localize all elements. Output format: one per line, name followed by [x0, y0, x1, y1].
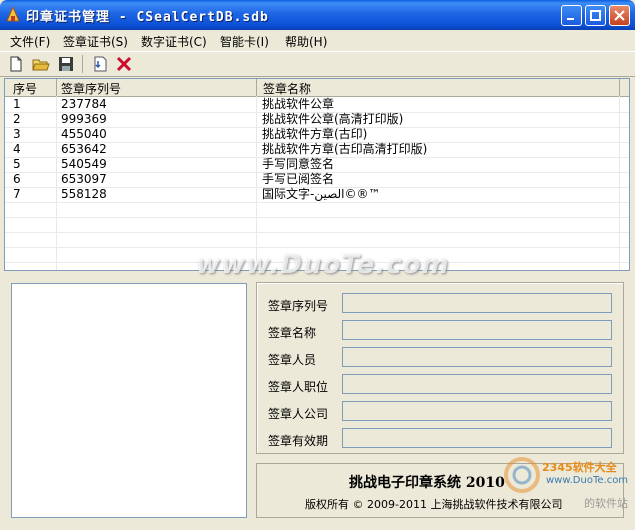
label-company: 签章人公司 — [268, 407, 329, 421]
maximize-icon — [590, 10, 601, 21]
header-serial[interactable]: 签章序列号 — [61, 80, 121, 97]
header-name[interactable]: 签章名称 — [263, 80, 311, 97]
row-index: 4 — [13, 142, 21, 156]
site-watermark-c: 的软件站 — [584, 497, 628, 510]
site-watermark-a: 2345软件大全 — [542, 461, 617, 474]
row-index: 1 — [13, 97, 21, 111]
row-name: 挑战软件公章 — [262, 97, 335, 111]
site-watermark: 2345软件大全 www.DuoTe.com 的软件站 — [500, 455, 630, 525]
table-row[interactable]: 6 653097 手写已阅签名 — [5, 172, 629, 188]
menu-file[interactable]: 文件(F) — [10, 33, 50, 50]
row-name: 挑战软件方章(古印高清打印版) — [262, 142, 428, 156]
table-row[interactable]: 4 653642 挑战软件方章(古印高清打印版) — [5, 142, 629, 158]
toolbar-separator — [82, 55, 83, 73]
validity-field[interactable] — [342, 428, 612, 448]
delete-x-icon[interactable] — [115, 55, 133, 73]
label-validity: 签章有效期 — [268, 434, 329, 448]
row-serial: 237784 — [61, 97, 107, 111]
menu-seal-cert[interactable]: 签章证书(S) — [63, 33, 128, 50]
company-field[interactable] — [342, 401, 612, 421]
row-serial: 540549 — [61, 157, 107, 171]
toolbar — [0, 51, 635, 77]
menu-smart-card[interactable]: 智能卡(I) — [220, 33, 269, 50]
header-index[interactable]: 序号 — [13, 80, 37, 97]
window-title: 印章证书管理 - CSealCertDB.sdb — [26, 10, 269, 25]
open-folder-icon[interactable] — [32, 55, 50, 73]
row-name: 手写同意签名 — [262, 157, 335, 171]
site-watermark-b: www.DuoTe.com — [546, 475, 629, 486]
new-file-icon[interactable] — [7, 55, 25, 73]
title-bar[interactable]: 印章证书管理 - CSealCertDB.sdb — [0, 0, 635, 30]
menu-digital-cert[interactable]: 数字证书(C) — [141, 33, 207, 50]
label-signer: 签章人员 — [268, 353, 317, 367]
row-name: 手写已阅签名 — [262, 172, 335, 186]
column-divider[interactable] — [619, 79, 620, 96]
menu-help[interactable]: 帮助(H) — [285, 33, 327, 50]
column-divider[interactable] — [256, 79, 257, 96]
product-title: 挑战电子印章系统 2010 — [349, 475, 505, 491]
label-position: 签章人职位 — [268, 380, 329, 394]
row-index: 6 — [13, 172, 21, 186]
table-row-empty — [5, 232, 629, 248]
table-row[interactable]: 7 558128 国际文字-الصين©®™ — [5, 187, 629, 203]
name-field[interactable] — [342, 320, 612, 340]
label-serial: 签章序列号 — [268, 299, 329, 313]
table-header: 序号 签章序列号 签章名称 — [5, 79, 629, 97]
seal-preview-panel — [11, 283, 247, 518]
maximize-button[interactable] — [585, 5, 606, 26]
row-name: 挑战软件方章(古印) — [262, 127, 368, 141]
row-index: 2 — [13, 112, 21, 126]
menu-bar: 文件(F) 签章证书(S) 数字证书(C) 智能卡(I) 帮助(H) — [0, 30, 635, 50]
table-row[interactable]: 5 540549 手写同意签名 — [5, 157, 629, 173]
row-serial: 558128 — [61, 187, 107, 201]
signer-field[interactable] — [342, 347, 612, 367]
save-disk-icon[interactable] — [57, 55, 75, 73]
table-row-empty — [5, 202, 629, 218]
duote-watermark: www.DuoTe.com — [196, 250, 450, 280]
seal-details-panel: 签章序列号 签章名称 签章人员 签章人职位 签章人公司 签章有效期 — [256, 282, 624, 454]
row-index: 5 — [13, 157, 21, 171]
row-serial: 999369 — [61, 112, 107, 126]
seal-list-table[interactable]: 序号 签章序列号 签章名称 1 237784 挑战软件公章 2 999369 挑… — [4, 78, 630, 271]
close-icon — [614, 10, 625, 21]
seal-app-icon — [6, 7, 20, 22]
row-name: 国际文字-الصين©®™ — [262, 187, 381, 201]
swirl-logo-icon — [504, 457, 540, 493]
serial-field[interactable] — [342, 293, 612, 313]
row-serial: 455040 — [61, 127, 107, 141]
import-cert-icon[interactable] — [91, 55, 109, 73]
row-serial: 653097 — [61, 172, 107, 186]
row-index: 3 — [13, 127, 21, 141]
column-divider[interactable] — [56, 79, 57, 96]
table-row[interactable]: 3 455040 挑战软件方章(古印) — [5, 127, 629, 143]
table-row[interactable]: 1 237784 挑战软件公章 — [5, 97, 629, 113]
row-name: 挑战软件公章(高清打印版) — [262, 112, 404, 126]
minimize-icon — [567, 18, 574, 20]
table-row[interactable]: 2 999369 挑战软件公章(高清打印版) — [5, 112, 629, 128]
row-index: 7 — [13, 187, 21, 201]
label-name: 签章名称 — [268, 326, 317, 340]
minimize-button[interactable] — [561, 5, 582, 26]
row-serial: 653642 — [61, 142, 107, 156]
close-button[interactable] — [609, 5, 630, 26]
table-row-empty — [5, 217, 629, 233]
position-field[interactable] — [342, 374, 612, 394]
